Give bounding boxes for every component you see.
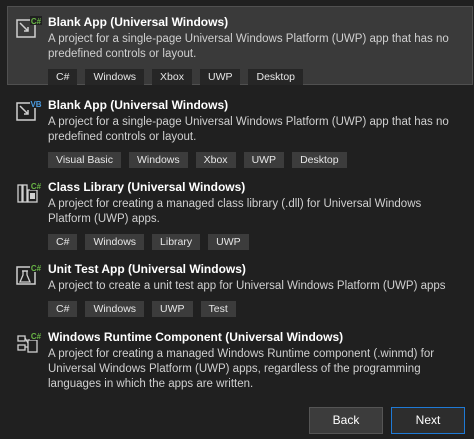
template-title: Unit Test App (Universal Windows)	[48, 262, 246, 276]
template-description: A project to create a unit test app for …	[48, 280, 446, 292]
vb-badge: VB	[30, 100, 41, 109]
template-title: Blank App (Universal Windows)	[48, 15, 229, 29]
template-tags: C# Windows Xbox UWP Desktop	[48, 69, 472, 85]
tag: UWP	[208, 234, 249, 250]
template-tags: Visual Basic Windows Xbox UWP Desktop	[48, 152, 472, 168]
tag: Windows	[85, 69, 145, 85]
template-tags: C# Windows UWP Test	[48, 301, 472, 317]
tag: C#	[48, 301, 78, 317]
tag: Visual Basic	[48, 152, 122, 168]
template-description: A project for creating a managed class l…	[48, 198, 422, 225]
template-item-class-library[interactable]: C# Class Library (Universal Windows) A p…	[7, 171, 473, 250]
unit-test-icon: C#	[16, 263, 42, 285]
template-item-blank-app-csharp[interactable]: C# Blank App (Universal Windows) A proje…	[7, 6, 473, 85]
next-button[interactable]: Next	[391, 407, 465, 434]
template-title: Windows Runtime Component (Universal Win…	[48, 330, 344, 344]
blank-app-csharp-icon: C#	[16, 16, 42, 38]
template-description: A project for a single-page Universal Wi…	[48, 116, 449, 143]
csharp-badge: C#	[31, 17, 42, 26]
tag: C#	[48, 234, 78, 250]
runtime-component-icon: C#	[17, 331, 42, 353]
tag: C#	[48, 69, 78, 85]
tag: Test	[200, 301, 236, 317]
csharp-badge: C#	[31, 182, 42, 191]
template-title: Class Library (Universal Windows)	[48, 180, 246, 194]
back-button[interactable]: Back	[309, 407, 383, 434]
tag: Library	[152, 234, 201, 250]
tag: UWP	[243, 152, 285, 168]
tag: Desktop	[292, 152, 347, 168]
tag: Xbox	[195, 152, 236, 168]
tag: UWP	[152, 301, 193, 317]
template-description: A project for creating a managed Windows…	[48, 348, 435, 390]
tag: Xbox	[152, 69, 192, 85]
template-title: Blank App (Universal Windows)	[48, 98, 229, 112]
template-description: A project for a single-page Universal Wi…	[48, 33, 449, 60]
tag: UWP	[199, 69, 241, 85]
tag: Windows	[129, 152, 188, 168]
template-item-unit-test-app[interactable]: C# Unit Test App (Universal Windows) A p…	[7, 253, 473, 319]
template-tags: C# Windows Library UWP	[48, 234, 472, 250]
blank-app-vb-icon: VB	[16, 99, 42, 121]
csharp-badge: C#	[31, 332, 42, 341]
template-item-blank-app-vb[interactable]: VB Blank App (Universal Windows) A proje…	[7, 89, 473, 168]
tag: Windows	[85, 301, 145, 317]
class-library-icon: C#	[17, 181, 42, 203]
tag: Windows	[85, 234, 145, 250]
csharp-badge: C#	[31, 264, 42, 273]
template-item-runtime-component[interactable]: C# Windows Runtime Component (Universal …	[7, 321, 473, 390]
tag: Desktop	[248, 69, 304, 85]
